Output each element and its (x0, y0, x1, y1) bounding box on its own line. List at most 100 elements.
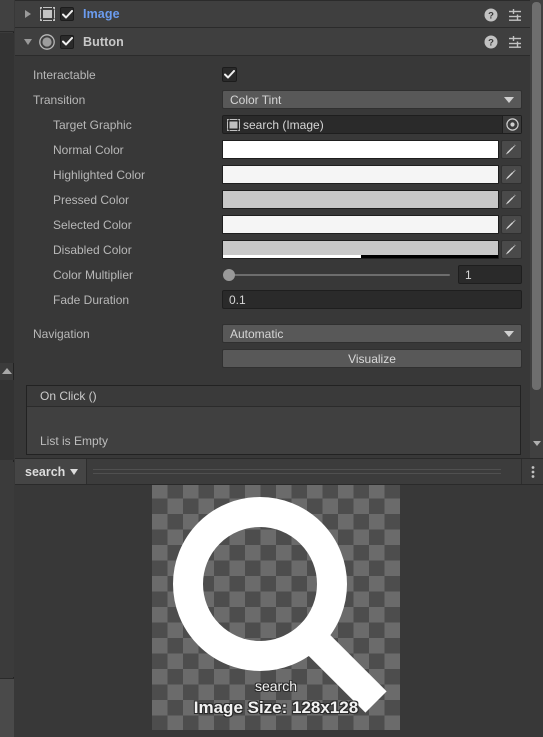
component-enabled-checkbox-image[interactable] (60, 7, 74, 21)
strip-segment-mid (0, 380, 14, 460)
label-selected-color: Selected Color (53, 217, 132, 232)
scrollbar-thumb[interactable] (532, 2, 541, 390)
field-visualize: Visualize (222, 349, 522, 368)
component-enabled-checkbox-button[interactable] (60, 34, 74, 49)
eyedropper-icon[interactable] (501, 240, 522, 259)
pressed-color-swatch[interactable] (222, 190, 499, 209)
chevron-down-icon[interactable] (533, 441, 541, 446)
property-row-transition: Transition Color Tint (15, 87, 543, 112)
eyedropper-icon[interactable] (501, 215, 522, 234)
pressed-color-fill (223, 191, 498, 208)
component-header-image[interactable]: Image ? (15, 0, 543, 28)
slider-handle[interactable] (223, 268, 235, 281)
chevron-down-icon (24, 38, 32, 45)
field-transition: Color Tint (222, 90, 522, 109)
property-row-selected-color: Selected Color (15, 212, 543, 237)
disabled-color-swatch[interactable] (222, 240, 499, 259)
property-row-visualize: Visualize (15, 346, 543, 371)
transition-dropdown[interactable]: Color Tint (222, 90, 522, 109)
field-pressed-color (222, 190, 522, 209)
eyedropper-icon[interactable] (501, 140, 522, 159)
label-highlighted-color: Highlighted Color (53, 167, 146, 182)
property-row-disabled-color: Disabled Color (15, 237, 543, 262)
strip-segment-top (0, 0, 14, 32)
preview-menu-icon[interactable] (521, 459, 543, 484)
label-navigation: Navigation (33, 326, 90, 341)
selected-color-swatch[interactable] (222, 215, 499, 234)
component-title-button: Button (83, 34, 124, 49)
svg-text:?: ? (488, 38, 494, 49)
target-graphic-value: search (Image) (243, 117, 324, 132)
label-color-multiplier: Color Multiplier (53, 267, 134, 282)
target-graphic-object-field[interactable]: search (Image) (222, 115, 522, 134)
visualize-button[interactable]: Visualize (222, 349, 522, 368)
help-icon[interactable]: ? (484, 35, 498, 49)
property-row-highlighted-color: Highlighted Color (15, 162, 543, 187)
interactable-checkbox[interactable] (222, 67, 237, 82)
preview-bar-line (93, 473, 501, 474)
preset-settings-icon[interactable] (508, 8, 523, 22)
chevron-down-icon (504, 96, 514, 103)
navigation-dropdown[interactable]: Automatic (222, 324, 522, 343)
strip-segment-bottom (0, 678, 14, 737)
field-interactable (222, 67, 522, 82)
field-selected-color (222, 215, 522, 234)
inspector-panel: Image ? Button ? Interactable Transition… (15, 0, 543, 460)
strip-collapse-arrow-icon[interactable] (2, 368, 12, 374)
field-disabled-color (222, 240, 522, 259)
field-navigation: Automatic (222, 324, 522, 343)
foldout-toggle-image[interactable] (20, 10, 36, 18)
eyedropper-icon[interactable] (501, 190, 522, 209)
svg-text:?: ? (488, 11, 494, 22)
label-disabled-color: Disabled Color (53, 242, 132, 257)
preview-bar-line (93, 469, 501, 470)
normal-color-fill (223, 141, 498, 158)
field-fade-duration: 0.1 (222, 290, 522, 309)
normal-color-swatch[interactable] (222, 140, 499, 159)
transparency-checkerboard: search Image Size: 128x128 (152, 485, 400, 730)
color-multiplier-input[interactable]: 1 (458, 265, 522, 284)
help-icon[interactable]: ? (484, 8, 498, 22)
transition-value: Color Tint (230, 92, 282, 107)
eyedropper-icon[interactable] (501, 165, 522, 184)
asset-preview-area: search Image Size: 128x128 (15, 485, 543, 737)
on-click-empty-label: List is Empty (40, 434, 109, 448)
disabled-color-alpha-fill (223, 255, 361, 258)
on-click-event-list: On Click () List is Empty (26, 385, 521, 455)
field-target-graphic: search (Image) (222, 115, 522, 134)
label-normal-color: Normal Color (53, 142, 124, 157)
field-color-multiplier: 1 (222, 265, 522, 284)
label-transition: Transition (33, 92, 86, 107)
preview-header-bar: search (15, 458, 543, 485)
image-component-icon (36, 7, 58, 21)
unity-inspector-window: Image ? Button ? Interactable Transition… (0, 0, 543, 737)
inspector-scrollbar[interactable] (530, 0, 543, 460)
color-multiplier-slider[interactable] (222, 265, 454, 284)
object-picker-icon[interactable] (502, 116, 521, 133)
highlighted-color-swatch[interactable] (222, 165, 499, 184)
preset-settings-icon[interactable] (508, 35, 523, 49)
property-row-fade-duration: Fade Duration 0.1 (15, 287, 543, 312)
component-title-image: Image (83, 7, 120, 21)
selected-color-fill (223, 216, 498, 233)
label-interactable: Interactable (33, 67, 96, 82)
strip-segment-upper (0, 33, 14, 363)
field-highlighted-color (222, 165, 522, 184)
chevron-down-icon (504, 330, 514, 337)
label-target-graphic: Target Graphic (53, 117, 132, 132)
foldout-toggle-button[interactable] (20, 38, 36, 45)
property-row-color-multiplier: Color Multiplier 1 (15, 262, 543, 287)
image-asset-icon (227, 118, 240, 131)
chevron-right-icon (25, 10, 31, 18)
preview-bar-filler (87, 459, 521, 484)
strip-segment-lower (0, 462, 14, 677)
preview-asset-dropdown[interactable]: search (15, 459, 88, 484)
highlighted-color-fill (223, 166, 498, 183)
fade-duration-input[interactable]: 0.1 (222, 290, 522, 309)
label-pressed-color: Pressed Color (53, 192, 130, 207)
property-row-pressed-color: Pressed Color (15, 187, 543, 212)
component-header-button[interactable]: Button ? (15, 28, 543, 56)
navigation-value: Automatic (230, 326, 284, 341)
property-row-navigation: Navigation Automatic (15, 321, 543, 346)
chevron-down-icon (70, 468, 79, 475)
